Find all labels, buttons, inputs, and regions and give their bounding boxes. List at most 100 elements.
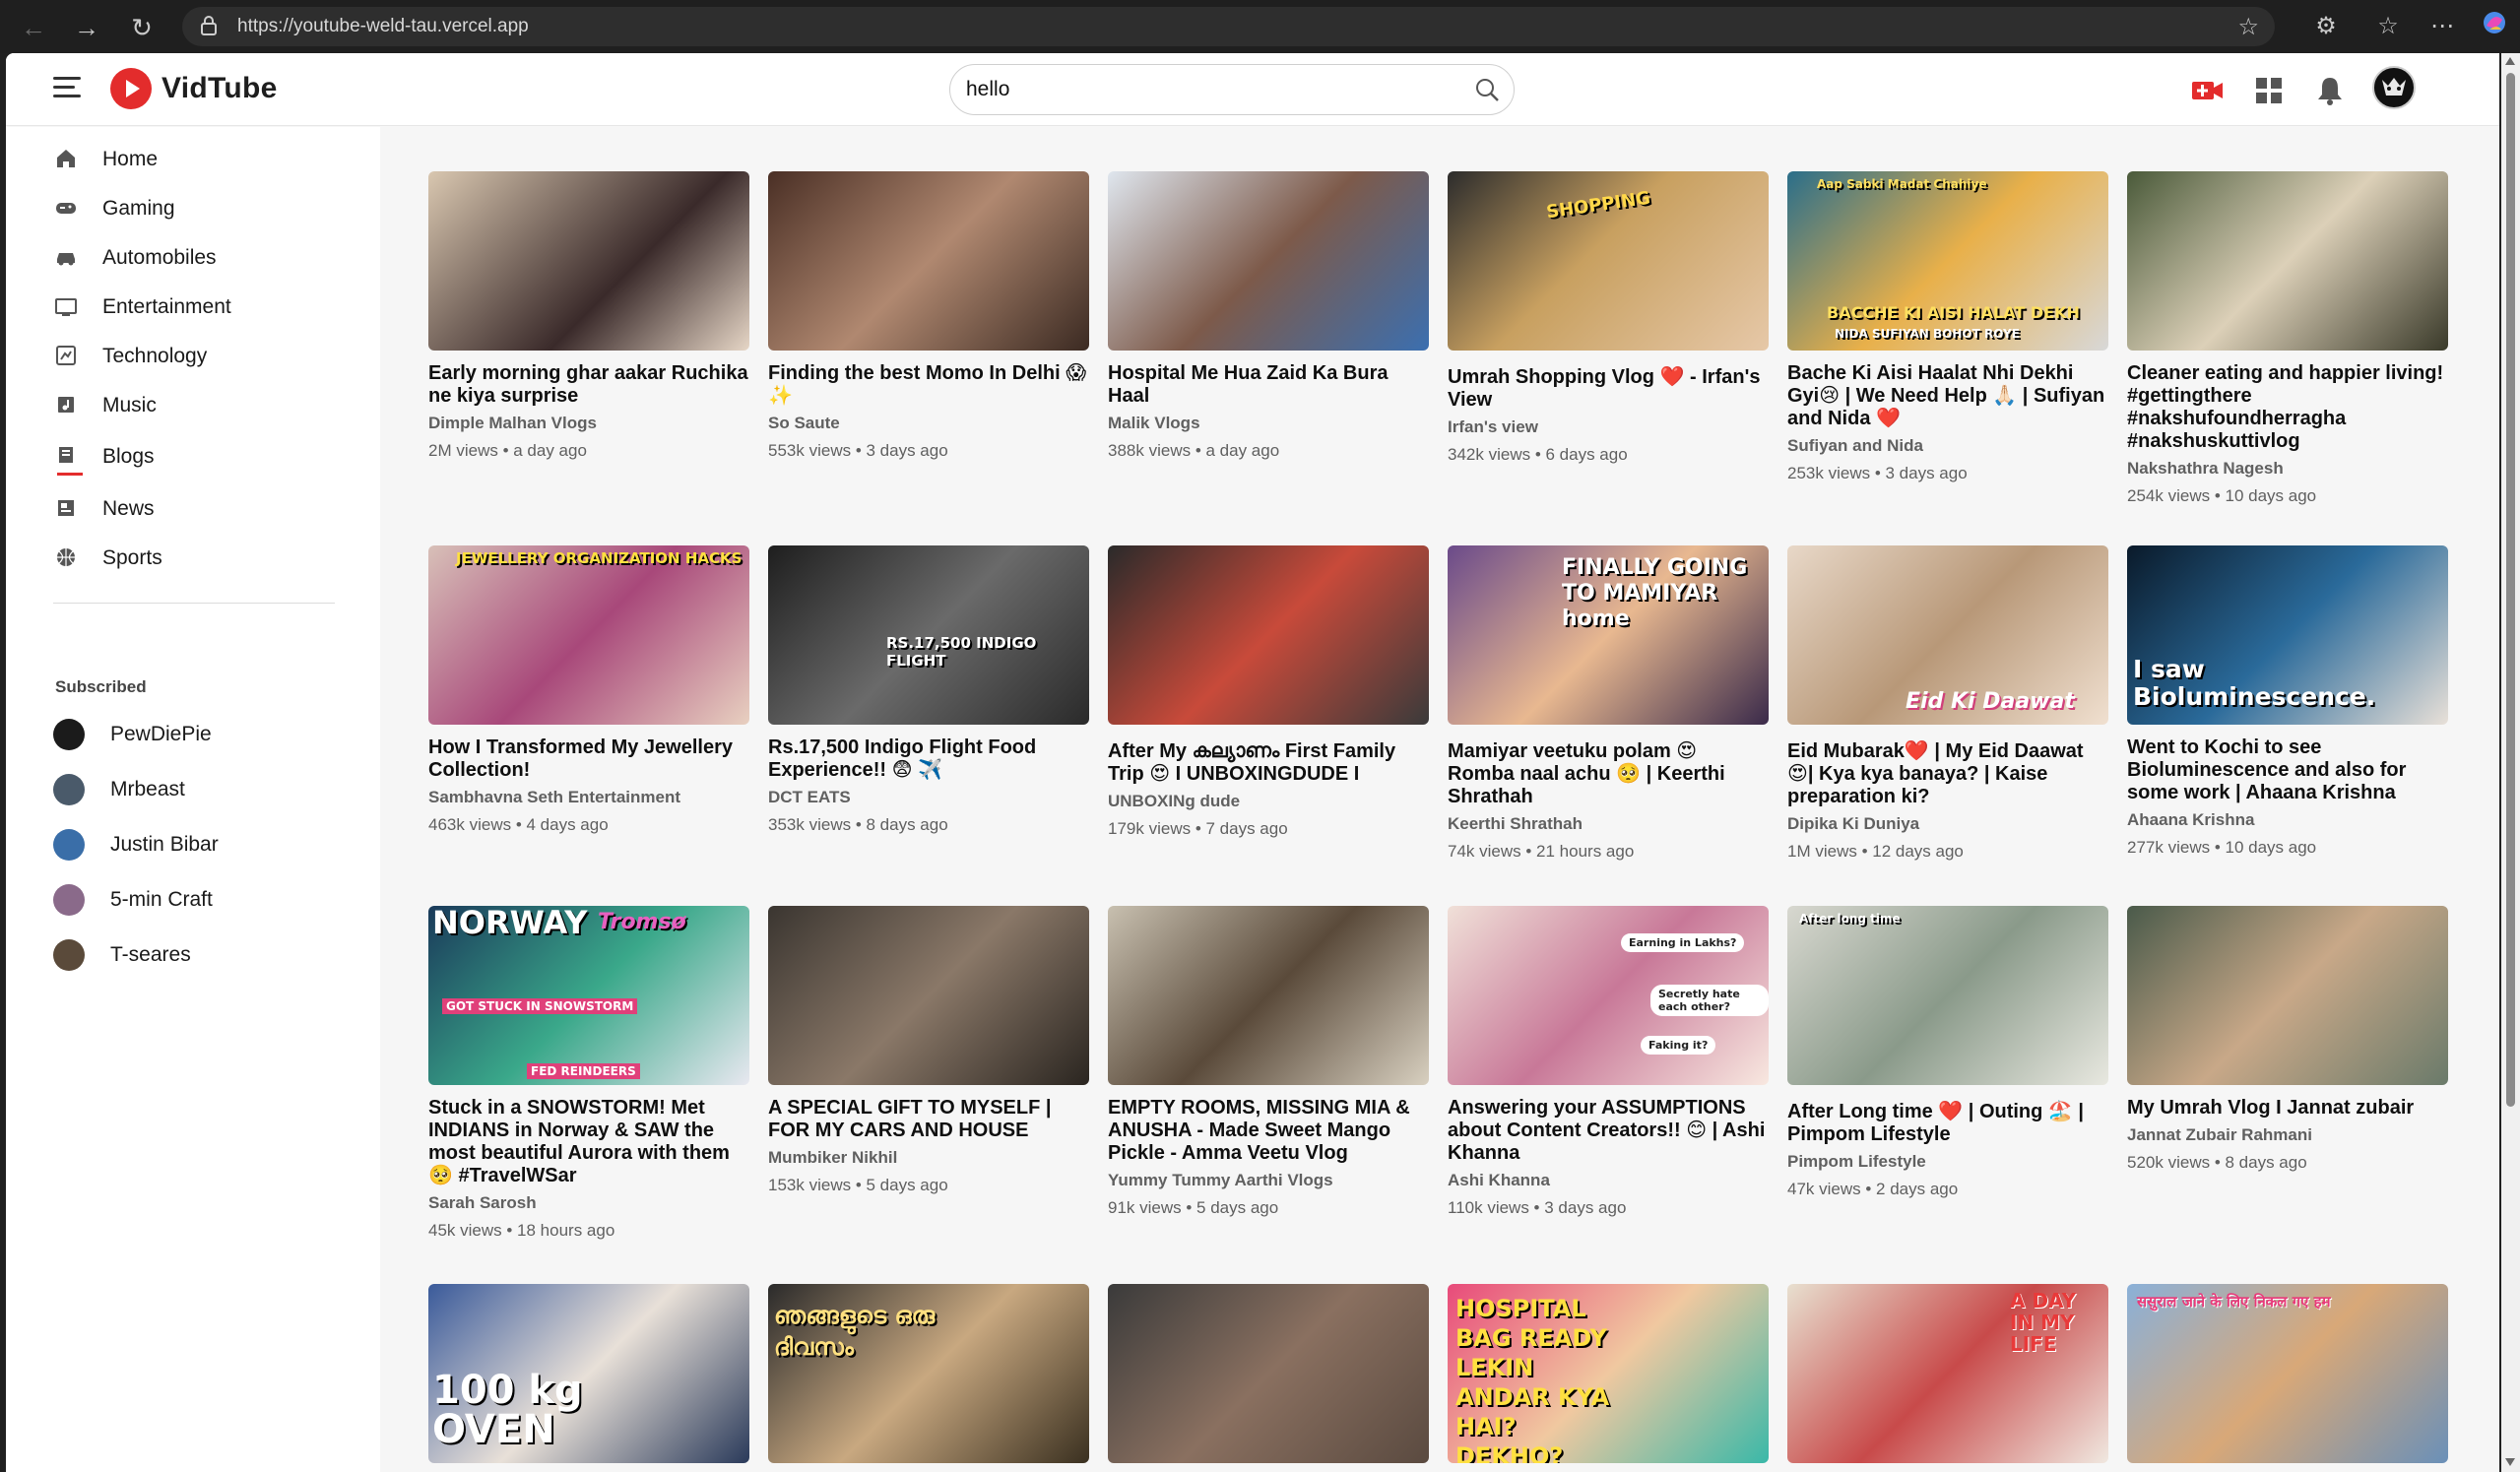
video-card[interactable]: A SPECIAL GIFT TO MYSELF | FOR MY CARS A… [768, 906, 1089, 1195]
sidebar-item-home[interactable]: Home [53, 140, 349, 179]
video-card[interactable]: Aap Sabki Madat Chahiye BACCHE KI AISI H… [1787, 171, 2108, 483]
video-card[interactable]: After long time After Long time ❤️ | Out… [1787, 906, 2108, 1199]
video-title[interactable]: Stuck in a SNOWSTORM! Met INDIANS in Nor… [428, 1097, 749, 1187]
video-title[interactable]: Cleaner eating and happier living! #gett… [2127, 362, 2448, 453]
video-card[interactable]: After My കല്യാണം First Family Trip 😍 I U… [1108, 545, 1429, 839]
channel-name[interactable]: Sambhavna Seth Entertainment [428, 788, 749, 807]
video-card[interactable]: Hospital Me Hua Zaid Ka Bura Haal Malik … [1108, 171, 1429, 461]
video-thumbnail[interactable]: RS.17,500 INDIGO FLIGHT [768, 545, 1089, 725]
video-card[interactable]: SHOPPING Umrah Shopping Vlog ❤️ - Irfan'… [1448, 171, 1769, 465]
channel-name[interactable]: Dimple Malhan Vlogs [428, 414, 749, 433]
video-thumbnail[interactable]: ससुराल जाने के लिए निकल गए हम [2127, 1284, 2448, 1463]
notifications-bell-icon[interactable] [2312, 73, 2348, 108]
video-title[interactable]: Bache Ki Aisi Haalat Nhi Dekhi Gyi😢 | We… [1787, 362, 2108, 430]
video-title[interactable]: EMPTY ROOMS, MISSING MIA & ANUSHA - Made… [1108, 1097, 1429, 1165]
create-video-icon[interactable] [2190, 73, 2226, 108]
apps-grid-icon[interactable] [2251, 73, 2287, 108]
video-card[interactable]: NORWAY Tromsø GOT STUCK IN SNOWSTORM FED… [428, 906, 749, 1241]
video-thumbnail[interactable] [2127, 906, 2448, 1085]
subscription-mrbeast[interactable]: Mrbeast [53, 770, 349, 809]
channel-name[interactable]: Ahaana Krishna [2127, 810, 2448, 830]
search-icon[interactable] [1474, 77, 1500, 102]
video-card[interactable] [1108, 1284, 1429, 1463]
video-thumbnail[interactable]: Earning in Lakhs? Secretly hate each oth… [1448, 906, 1769, 1085]
video-thumbnail[interactable]: HOSPITAL BAG READY LEKIN ANDAR KYA HAI? … [1448, 1284, 1769, 1463]
video-card[interactable]: I saw Bioluminescence. Went to Kochi to … [2127, 545, 2448, 858]
channel-name[interactable]: Nakshathra Nagesh [2127, 459, 2448, 479]
video-title[interactable]: After My കല്യാണം First Family Trip 😍 I U… [1108, 740, 1429, 786]
video-thumbnail[interactable] [1108, 1284, 1429, 1463]
subscription-5-min-craft[interactable]: 5-min Craft [53, 880, 349, 920]
video-title[interactable]: Early morning ghar aakar Ruchika ne kiya… [428, 362, 749, 408]
sidebar-item-gaming[interactable]: Gaming [53, 189, 349, 228]
extensions-icon[interactable]: ⚙ [2311, 12, 2341, 40]
video-card[interactable]: ससुराल जाने के लिए निकल गए हम [2127, 1284, 2448, 1463]
sidebar-item-music[interactable]: Music [53, 386, 349, 425]
sidebar-item-entertainment[interactable]: Entertainment [53, 288, 349, 327]
subscription-t-seares[interactable]: T-seares [53, 935, 349, 975]
channel-name[interactable]: So Saute [768, 414, 1089, 433]
video-thumbnail[interactable]: Eid Ki Daawat [1787, 545, 2108, 725]
video-title[interactable]: After Long time ❤️ | Outing 🏖️ | Pimpom … [1787, 1101, 2108, 1146]
video-title[interactable]: Finding the best Momo In Delhi 😱✨ [768, 362, 1089, 408]
video-card[interactable]: Finding the best Momo In Delhi 😱✨ So Sau… [768, 171, 1089, 461]
channel-name[interactable]: Pimpom Lifestyle [1787, 1152, 2108, 1172]
video-thumbnail[interactable]: After long time [1787, 906, 2108, 1085]
video-title[interactable]: Mamiyar veetuku polam 😍 Romba naal achu … [1448, 740, 1769, 808]
video-thumbnail[interactable]: 100 kg OVEN [428, 1284, 749, 1463]
channel-name[interactable]: Dipika Ki Duniya [1787, 814, 2108, 834]
subscription-pewdiepie[interactable]: PewDiePie [53, 715, 349, 754]
channel-name[interactable]: UNBOXINg dude [1108, 792, 1429, 811]
forward-icon[interactable]: → [69, 10, 104, 45]
hamburger-menu-icon[interactable] [53, 77, 81, 100]
user-avatar[interactable] [2372, 66, 2416, 109]
video-thumbnail[interactable] [1108, 906, 1429, 1085]
more-menu-icon[interactable]: ⋯ [2427, 12, 2457, 40]
video-thumbnail[interactable]: A DAY IN MY LIFE [1787, 1284, 2108, 1463]
video-title[interactable]: My Umrah Vlog I Jannat zubair [2127, 1097, 2448, 1120]
video-card[interactable]: 100 kg OVEN [428, 1284, 749, 1463]
video-title[interactable]: Answering your ASSUMPTIONS about Content… [1448, 1097, 1769, 1165]
page-scrollbar[interactable] [2501, 53, 2520, 1472]
video-card[interactable]: My Umrah Vlog I Jannat zubair Jannat Zub… [2127, 906, 2448, 1173]
video-title[interactable]: How I Transformed My Jewellery Collectio… [428, 736, 749, 782]
video-thumbnail[interactable] [2127, 171, 2448, 351]
video-card[interactable]: Early morning ghar aakar Ruchika ne kiya… [428, 171, 749, 461]
video-title[interactable]: Hospital Me Hua Zaid Ka Bura Haal [1108, 362, 1429, 408]
subscription-justin-bibar[interactable]: Justin Bibar [53, 825, 349, 864]
video-thumbnail[interactable]: JEWELLERY ORGANIZATION HACKS [428, 545, 749, 725]
video-thumbnail[interactable] [428, 171, 749, 351]
video-thumbnail[interactable]: Aap Sabki Madat Chahiye BACCHE KI AISI H… [1787, 171, 2108, 351]
video-thumbnail[interactable]: I saw Bioluminescence. [2127, 545, 2448, 725]
channel-name[interactable]: Malik Vlogs [1108, 414, 1429, 433]
video-thumbnail[interactable] [1108, 545, 1429, 725]
channel-name[interactable]: Keerthi Shrathah [1448, 814, 1769, 834]
channel-name[interactable]: Mumbiker Nikhil [768, 1148, 1089, 1168]
sidebar-item-technology[interactable]: Technology [53, 337, 349, 376]
sidebar-item-automobiles[interactable]: Automobiles [53, 238, 349, 278]
back-icon[interactable]: ← [16, 10, 51, 45]
favorites-icon[interactable]: ☆ [2373, 12, 2403, 40]
video-card[interactable]: HOSPITAL BAG READY LEKIN ANDAR KYA HAI? … [1448, 1284, 1769, 1463]
video-thumbnail[interactable]: NORWAY Tromsø GOT STUCK IN SNOWSTORM FED… [428, 906, 749, 1085]
scroll-down-arrow-icon[interactable] [2505, 1458, 2515, 1466]
channel-name[interactable]: Irfan's view [1448, 417, 1769, 437]
video-thumbnail[interactable]: FINALLY GOING TO MAMIYAR home [1448, 545, 1769, 725]
video-card[interactable]: FINALLY GOING TO MAMIYAR home Mamiyar ve… [1448, 545, 1769, 862]
video-title[interactable]: Rs.17,500 Indigo Flight Food Experience!… [768, 736, 1089, 782]
video-card[interactable]: A DAY IN MY LIFE [1787, 1284, 2108, 1463]
scroll-up-arrow-icon[interactable] [2505, 57, 2515, 65]
video-card[interactable]: Earning in Lakhs? Secretly hate each oth… [1448, 906, 1769, 1218]
video-title[interactable]: Went to Kochi to see Bioluminescence and… [2127, 736, 2448, 804]
video-card[interactable]: ഞങ്ങളുടെ ഒരു ദിവസം [768, 1284, 1089, 1463]
video-card[interactable]: RS.17,500 INDIGO FLIGHT Rs.17,500 Indigo… [768, 545, 1089, 835]
channel-name[interactable]: Sufiyan and Nida [1787, 436, 2108, 456]
sidebar-item-blogs[interactable]: Blogs [53, 437, 349, 477]
video-card[interactable]: Cleaner eating and happier living! #gett… [2127, 171, 2448, 506]
channel-name[interactable]: Yummy Tummy Aarthi Vlogs [1108, 1171, 1429, 1190]
video-title[interactable]: Umrah Shopping Vlog ❤️ - Irfan's View [1448, 366, 1769, 412]
video-thumbnail[interactable]: SHOPPING [1448, 171, 1769, 351]
video-thumbnail[interactable] [768, 906, 1089, 1085]
channel-name[interactable]: Sarah Sarosh [428, 1193, 749, 1213]
video-thumbnail[interactable] [768, 171, 1089, 351]
